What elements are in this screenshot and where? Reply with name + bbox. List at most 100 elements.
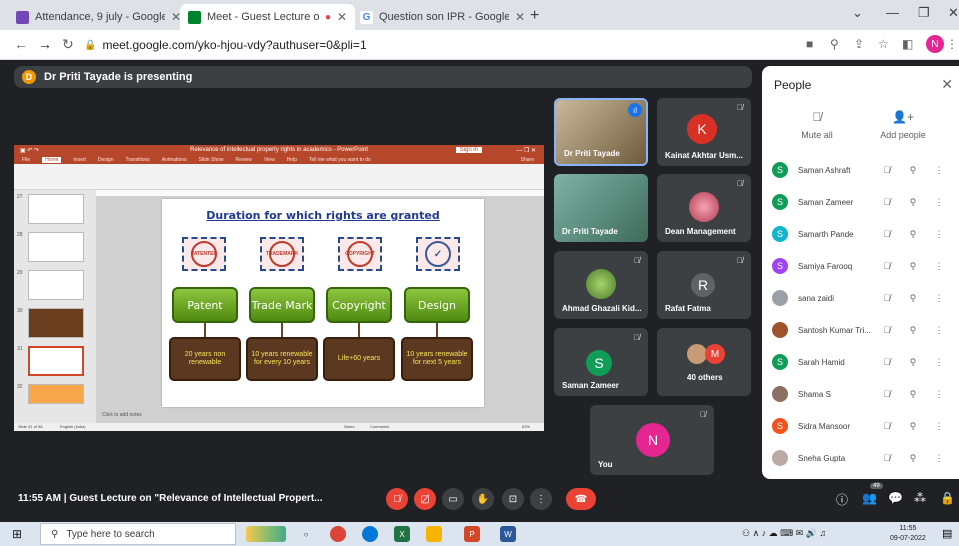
more-options-icon[interactable]: ⋮ [926,453,952,464]
profile-avatar[interactable]: N [926,35,944,53]
hand-icon: ✋ [476,493,490,505]
more-options-icon[interactable]: ⋮ [926,293,952,304]
comments-toggle: Comments [370,424,390,429]
powerpoint-icon[interactable]: P [464,526,480,542]
edge-icon[interactable] [362,526,378,542]
host-controls-icon[interactable]: 🔒 [940,491,955,505]
people-list-item[interactable]: sana zaidi 🎙̸ ⚲ ⋮ [772,288,956,308]
people-list-item[interactable]: Santosh Kumar Tri... 🎙̸ ⚲ ⋮ [772,320,956,340]
meeting-details-icon[interactable]: ⓘ [836,491,848,508]
bookmark-star-icon[interactable]: ☆ [878,37,889,51]
close-icon[interactable]: ✕ [941,76,953,93]
pin-icon[interactable]: ⚲ [900,229,926,240]
side-panel-icon[interactable]: ◧ [902,37,913,51]
minimize-icon[interactable]: — [886,5,899,20]
browser-menu-icon[interactable]: ⋮ [946,37,958,51]
people-icon[interactable]: 👥 [862,491,877,505]
file-explorer-icon[interactable] [426,526,442,542]
close-icon[interactable]: ✕ [515,10,525,24]
tab-google-search[interactable]: G Question son IPR - Google Search ✕ [352,4,533,30]
pin-icon[interactable]: ⚲ [900,453,926,464]
captions-button[interactable]: ▭ [442,488,464,510]
zoom-icon[interactable]: ⚲ [830,37,839,51]
excel-icon[interactable]: X [394,526,410,542]
pin-icon[interactable]: ⚲ [900,165,926,176]
participant-photo [689,192,719,222]
system-tray-icons[interactable]: ⚇ ∧ ♪ ☁ ⌨ ✉ 🔊 ♫ [742,528,826,539]
person-avatar: S [772,194,788,210]
add-people-button[interactable]: 👤+ Add people [863,110,943,140]
present-now-button[interactable]: ⊡ [502,488,524,510]
people-list-item[interactable]: S Saman Zameer 🎙̸ ⚲ ⋮ [772,192,956,212]
participant-tile[interactable]: 🎙̸ S Saman Zameer [554,328,648,396]
activities-icon[interactable]: ⁂ [914,491,926,505]
pin-icon[interactable]: ⚲ [900,325,926,336]
address-bar[interactable]: 🔒 meet.google.com/yko-hjou-vdy?authuser=… [84,34,794,56]
tab-search-chevron-icon[interactable]: ⌄ [852,5,863,21]
tab-meet[interactable]: Meet - Guest Lecture on "Relevance ● ✕ [180,4,356,30]
mic-off-icon: 🎙̸ [634,333,640,342]
camera-in-use-icon[interactable]: ■ [806,37,813,51]
people-list-item[interactable]: Shama S 🎙̸ ⚲ ⋮ [772,384,956,404]
people-list-item[interactable]: S Sidra Mansoor 🎙̸ ⚲ ⋮ [772,416,956,436]
pin-icon[interactable]: ⚲ [900,389,926,400]
leave-call-button[interactable]: ☎ [566,488,596,510]
notifications-icon[interactable]: ▤ [942,527,952,540]
ribbon-tab: Help [286,156,297,163]
self-tile[interactable]: 🎙̸ N You [590,405,714,475]
close-window-icon[interactable]: ✕ [948,5,959,21]
share-label: Share [520,156,534,163]
participant-tile[interactable]: 🎙̸ Dean Management [657,174,751,242]
tab-attendance-form[interactable]: Attendance, 9 july - Google Forms ✕ [8,4,189,30]
task-view-icon[interactable]: ○ [298,526,314,542]
new-tab-button[interactable]: + [530,7,539,25]
taskbar-search-box[interactable]: ⚲ Type here to search [40,523,236,545]
more-options-icon[interactable]: ⋮ [926,165,952,176]
restore-icon[interactable]: ❐ [918,5,930,21]
forward-arrow-icon[interactable]: → [38,36,52,52]
others-tile[interactable]: M 40 others [657,328,751,396]
participant-tile[interactable]: 🎙̸ K Kainat Akhtar Usm... [657,98,751,166]
ribbon-tab: Transitions [125,156,150,163]
mute-all-button[interactable]: 🎙̸ Mute all [777,110,857,140]
news-widget-icon[interactable] [246,526,286,542]
word-icon[interactable]: W [500,526,516,542]
back-arrow-icon[interactable]: ← [14,36,28,52]
more-options-icon[interactable]: ⋮ [926,421,952,432]
chat-icon[interactable]: 💬 [888,491,903,505]
people-list-item[interactable]: S Samiya Farooq 🎙̸ ⚲ ⋮ [772,256,956,276]
windows-start-icon[interactable]: ⊞ [12,527,22,541]
pin-icon[interactable]: ⚲ [900,357,926,368]
close-icon[interactable]: ✕ [337,10,347,24]
camera-toggle-button[interactable]: ▢̸ [414,488,436,510]
mic-off-icon: 🎙̸ [737,256,743,265]
people-list-item[interactable]: S Sarah Hamid 🎙̸ ⚲ ⋮ [772,352,956,372]
pin-icon[interactable]: ⚲ [900,197,926,208]
taskbar-clock[interactable]: 11:55 09-07-2022 [890,524,926,544]
participant-tile[interactable]: 🎙̸ Ahmad Ghazali Kid... [554,251,648,319]
participant-tile[interactable]: Dr Priti Tayade [554,174,648,242]
people-list-item[interactable]: S Samarth Pande 🎙̸ ⚲ ⋮ [772,224,956,244]
more-options-icon[interactable]: ⋮ [926,261,952,272]
pin-icon[interactable]: ⚲ [900,261,926,272]
people-list-item[interactable]: S Saman Ashraft 🎙̸ ⚲ ⋮ [772,160,956,180]
people-list-item[interactable]: Sneha Gupta 🎙̸ ⚲ ⋮ [772,448,956,468]
raise-hand-button[interactable]: ✋ [472,488,494,510]
more-options-icon[interactable]: ⋮ [926,197,952,208]
mic-off-icon: 🎙̸ [883,261,891,271]
participant-tile[interactable]: 🎙̸ R Rafat Fatma [657,251,751,319]
more-options-button[interactable]: ⋮ [530,488,552,510]
more-options-icon[interactable]: ⋮ [926,389,952,400]
more-options-icon[interactable]: ⋮ [926,229,952,240]
reload-icon[interactable]: ↻ [62,36,74,53]
share-icon[interactable]: ⇪ [854,37,864,51]
pin-icon[interactable]: ⚲ [900,421,926,432]
mic-off-icon: 🎙̸ [737,103,743,112]
person-name: Saman Ashraft [798,165,851,175]
chrome-icon[interactable] [330,526,346,542]
more-options-icon[interactable]: ⋮ [926,357,952,368]
mic-toggle-button[interactable]: 🎙̸ [386,488,408,510]
more-options-icon[interactable]: ⋮ [926,325,952,336]
participant-tile[interactable]: ıl Dr Priti Tayade [554,98,648,166]
pin-icon[interactable]: ⚲ [900,293,926,304]
